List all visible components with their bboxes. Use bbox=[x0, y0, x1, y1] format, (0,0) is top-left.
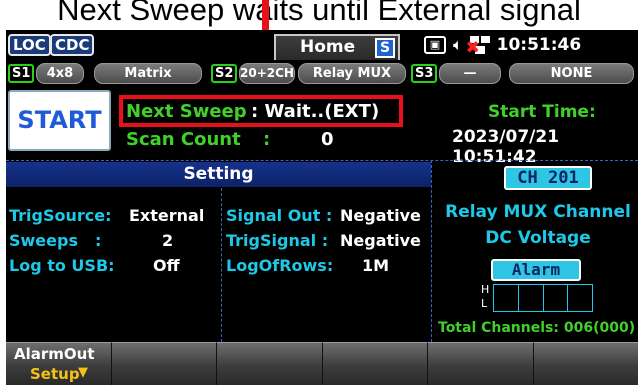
alarm-cell bbox=[568, 285, 592, 311]
log-to-usb-value: Off bbox=[153, 256, 180, 275]
softkey-3[interactable] bbox=[217, 342, 323, 385]
softkey-6[interactable] bbox=[533, 342, 638, 385]
scan-count-value: 0 bbox=[321, 129, 334, 150]
alarm-high-label: H bbox=[481, 283, 490, 296]
sweeps-separator: : bbox=[95, 231, 102, 250]
softkey-sublabel: Setup bbox=[30, 365, 80, 383]
alarm-cell bbox=[494, 285, 519, 311]
softkey-2[interactable] bbox=[111, 342, 217, 385]
channel-function: DC Voltage bbox=[485, 228, 591, 248]
chevron-down-icon: ▼ bbox=[78, 365, 88, 380]
status-icons: ▣ 🔈︎ ✖ 10:51:46 bbox=[424, 35, 582, 57]
column-divider bbox=[431, 160, 432, 342]
slot2-config[interactable]: 20+2CH bbox=[239, 63, 295, 84]
softkey-alarmout-setup[interactable]: AlarmOut Setup ▼ bbox=[6, 342, 112, 385]
caption-text: Next Sweep waits until External signal bbox=[57, 0, 581, 27]
setting-header: Setting bbox=[6, 162, 431, 187]
channel-badge[interactable]: CH 201 bbox=[504, 166, 592, 190]
softkey-label: AlarmOut bbox=[14, 345, 95, 363]
tab-home[interactable]: Home S bbox=[274, 34, 400, 60]
start-time-label: Start Time: bbox=[488, 102, 596, 122]
column-divider bbox=[221, 188, 222, 342]
sweeps-label: Sweeps bbox=[9, 231, 78, 250]
scan-status-badge: S bbox=[375, 38, 395, 58]
tab-home-label: Home bbox=[300, 37, 356, 57]
next-sweep-value: : Wait..(EXT) bbox=[251, 101, 380, 122]
slot3-badge: S3 bbox=[411, 64, 438, 83]
slot3-type[interactable]: NONE bbox=[509, 63, 634, 84]
loc-indicator: LOC bbox=[8, 34, 51, 56]
alarm-cells bbox=[493, 284, 593, 312]
total-channels: Total Channels: 006(000) bbox=[438, 320, 636, 336]
log-to-usb-label: Log to USB: bbox=[9, 256, 115, 275]
slot3-config[interactable]: — bbox=[439, 63, 501, 84]
sweeps-value: 2 bbox=[162, 231, 174, 250]
trig-signal-label: TrigSignal : bbox=[226, 231, 329, 250]
alarm-low-label: L bbox=[481, 297, 488, 310]
alarm-cell bbox=[544, 285, 569, 311]
scan-count-label: Scan Count bbox=[126, 129, 241, 150]
instrument-screen: LOC CDC Home S ▣ 🔈︎ ✖ 10:51:46 S1 4x8 Ma… bbox=[6, 30, 638, 385]
softkey-bar: AlarmOut Setup ▼ bbox=[6, 342, 638, 385]
setting-header-label: Setting bbox=[183, 164, 254, 184]
slot-row: S1 4x8 Matrix S2 20+2CH Relay MUX S3 — N… bbox=[6, 63, 638, 85]
speaker-icon: 🔈︎ bbox=[453, 35, 463, 54]
lan-disconnected-icon: ✖ bbox=[466, 36, 490, 57]
start-button[interactable]: START bbox=[8, 90, 111, 151]
usb-drive-icon: ▣ bbox=[424, 36, 446, 54]
next-sweep-label: Next Sweep bbox=[126, 101, 247, 122]
slot1-badge: S1 bbox=[8, 64, 35, 83]
log-of-rows-label: LogOfRows: bbox=[226, 256, 334, 275]
slot2-badge: S2 bbox=[211, 64, 238, 83]
trig-signal-value: Negative bbox=[340, 231, 421, 250]
trig-source-value: External bbox=[129, 206, 205, 225]
cdc-indicator: CDC bbox=[50, 34, 95, 56]
scan-count-separator: : bbox=[263, 129, 271, 150]
signal-out-label: Signal Out : bbox=[226, 206, 333, 225]
softkey-4[interactable] bbox=[322, 342, 428, 385]
alarm-cell bbox=[519, 285, 544, 311]
title-bar: LOC CDC Home S ▣ 🔈︎ ✖ 10:51:46 bbox=[6, 30, 638, 60]
softkey-5[interactable] bbox=[428, 342, 534, 385]
slot2-type[interactable]: Relay MUX bbox=[298, 63, 406, 84]
caption: Next Sweep waits until External signal bbox=[0, 0, 638, 28]
slot1-config[interactable]: 4x8 bbox=[36, 63, 84, 84]
slot1-type[interactable]: Matrix bbox=[94, 63, 202, 84]
signal-out-value: Negative bbox=[340, 206, 421, 225]
trig-source-label: TrigSource: bbox=[9, 206, 112, 225]
alarm-badge: Alarm bbox=[491, 259, 581, 281]
channel-type: Relay MUX Channel bbox=[445, 202, 631, 222]
clock: 10:51:46 bbox=[496, 35, 582, 55]
log-of-rows-value: 1M bbox=[362, 256, 390, 275]
alarm-grid: H L bbox=[481, 282, 593, 314]
